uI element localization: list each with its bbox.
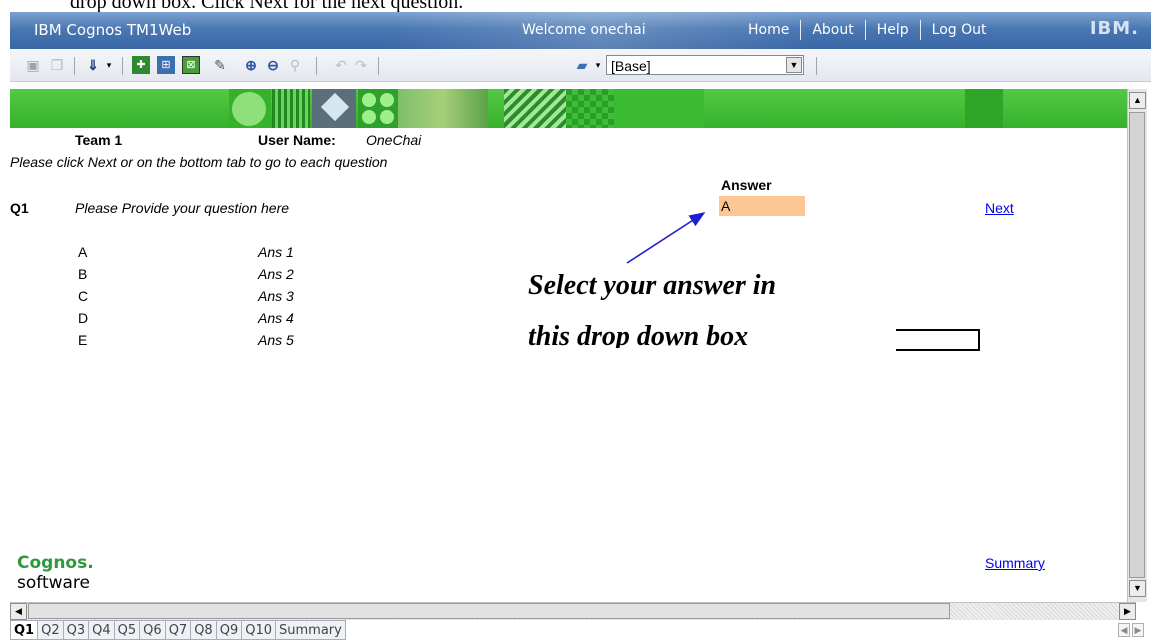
toolbar-separator <box>316 57 317 75</box>
scroll-right-icon[interactable]: ▶ <box>1119 603 1136 620</box>
vertical-scroll-thumb[interactable] <box>1129 112 1145 578</box>
redo-icon[interactable]: ↷ <box>352 56 370 74</box>
welcome-text: Welcome onechai <box>522 22 646 38</box>
logout-link[interactable]: Log Out <box>921 22 998 38</box>
option-letter: A <box>78 244 88 260</box>
horizontal-scrollbar[interactable]: ◀ ▶ <box>10 602 1136 620</box>
callout-line-2: this drop down box <box>528 321 749 348</box>
toolbar-separator <box>816 57 817 75</box>
decorative-banner <box>10 89 1127 128</box>
tab-q9[interactable]: Q9 <box>216 620 243 640</box>
cube-view-select[interactable]: [Base] ▼ <box>606 55 804 75</box>
toolbar-separator <box>378 57 379 75</box>
zoom-out-icon[interactable]: ⊖ <box>264 56 282 74</box>
recalc-icon[interactable]: ✚ <box>132 56 150 74</box>
vertical-scrollbar[interactable]: ▲ ▼ <box>1127 89 1147 602</box>
tab-q6[interactable]: Q6 <box>140 620 166 640</box>
nav-separator <box>864 20 866 40</box>
answer-dropdown[interactable]: A <box>719 196 805 216</box>
toolbar-separator <box>122 57 123 75</box>
copy-icon[interactable]: ❐ <box>48 56 66 74</box>
toolbar: ▣ ❐ ⇓ ▾ ✚ ⊞ ⊠ ✎ ⊕ ⊖ ⚲ ↶ ↷ ▰ ▾ [Base] ▼ <box>10 49 1151 82</box>
software-logo-text: software <box>17 573 91 593</box>
about-link[interactable]: About <box>801 22 864 38</box>
question-number: Q1 <box>10 200 29 216</box>
zoom-reset-icon[interactable]: ⚲ <box>286 56 304 74</box>
banner-block <box>614 89 704 128</box>
banner-checker <box>566 89 614 128</box>
user-name-label: User Name: <box>258 132 336 148</box>
question-text: Please Provide your question here <box>75 200 290 216</box>
tab-q7[interactable]: Q7 <box>165 620 192 640</box>
app-header: IBM Cognos TM1Web Welcome onechai Home A… <box>10 12 1151 49</box>
tab-q2[interactable]: Q2 <box>38 620 64 640</box>
cognos-software-logo: Cognos. software <box>17 553 94 593</box>
tab-q10[interactable]: Q10 <box>242 620 277 640</box>
instruction-text: Please click Next or on the bottom tab t… <box>10 154 388 170</box>
header-nav: Home About Help Log Out <box>737 20 998 40</box>
save-icon[interactable]: ▣ <box>24 56 42 74</box>
banner-grass <box>398 89 488 128</box>
undo-icon[interactable]: ↶ <box>332 56 350 74</box>
option-letter: E <box>78 332 88 348</box>
option-text: Ans 5 <box>258 332 294 348</box>
cube-view-value: [Base] <box>611 58 651 74</box>
option-text: Ans 1 <box>258 244 294 260</box>
cognos-logo-text: Cognos. <box>17 553 94 573</box>
banner-circle <box>232 92 266 126</box>
option-letter: C <box>78 288 89 304</box>
banner-stripes <box>272 89 310 128</box>
view-dropdown-icon[interactable]: ▾ <box>589 56 607 74</box>
scroll-left-icon[interactable]: ◀ <box>10 603 27 620</box>
home-link[interactable]: Home <box>737 22 800 38</box>
tab-q3[interactable]: Q3 <box>63 620 90 640</box>
banner-dot <box>380 110 394 124</box>
next-link[interactable]: Next <box>985 200 1014 216</box>
zoom-in-icon[interactable]: ⊕ <box>242 56 260 74</box>
automatic-recalc-icon[interactable]: ⊠ <box>182 56 200 74</box>
callout-box <box>896 329 980 351</box>
option-text: Ans 2 <box>258 266 294 282</box>
user-name-value: OneChai <box>366 132 422 148</box>
toolbar-separator <box>74 57 75 75</box>
tab-summary[interactable]: Summary <box>276 620 346 640</box>
banner-diagonal <box>504 89 566 128</box>
option-letter: D <box>78 310 89 326</box>
banner-block <box>965 89 1003 128</box>
callout-line-1: Select your answer in <box>528 270 777 301</box>
tab-next-icon[interactable]: ▶ <box>1132 623 1144 637</box>
scroll-up-icon[interactable]: ▲ <box>1129 92 1146 109</box>
option-text: Ans 4 <box>258 310 294 326</box>
scroll-down-icon[interactable]: ▼ <box>1129 580 1146 597</box>
help-link[interactable]: Help <box>866 22 920 38</box>
chevron-down-icon[interactable]: ▼ <box>786 57 802 73</box>
tab-q1[interactable]: Q1 <box>10 620 39 640</box>
tab-prev-icon[interactable]: ◀ <box>1118 623 1130 637</box>
tab-q5[interactable]: Q5 <box>114 620 141 640</box>
option-letter: B <box>78 266 88 282</box>
tab-q8[interactable]: Q8 <box>191 620 217 640</box>
export-dropdown-icon[interactable]: ▾ <box>100 56 118 74</box>
callout-box-bottom <box>896 349 980 351</box>
nav-separator <box>800 20 802 40</box>
option-text: Ans 3 <box>258 288 294 304</box>
document-instruction-text: drop down box. Click Next for the next q… <box>70 0 464 12</box>
team-label: Team 1 <box>75 132 123 148</box>
nav-separator <box>919 20 921 40</box>
app-title: IBM Cognos TM1Web <box>34 21 192 39</box>
callout-arrow-icon <box>626 212 706 264</box>
sheet-tabs: Q1 Q2 Q3 Q4 Q5 Q6 Q7 Q8 Q9 Q10 Summary <box>10 620 346 640</box>
ibm-logo: IBM. <box>1089 18 1139 39</box>
answer-header: Answer <box>721 177 772 193</box>
summary-link[interactable]: Summary <box>985 555 1045 571</box>
banner-dot <box>362 110 376 124</box>
sandbox-icon[interactable]: ⊞ <box>157 56 175 74</box>
horizontal-scroll-thumb[interactable] <box>28 603 950 619</box>
edit-icon[interactable]: ✎ <box>211 56 229 74</box>
banner-dot <box>380 93 394 107</box>
banner-dot <box>362 93 376 107</box>
tab-q4[interactable]: Q4 <box>89 620 115 640</box>
